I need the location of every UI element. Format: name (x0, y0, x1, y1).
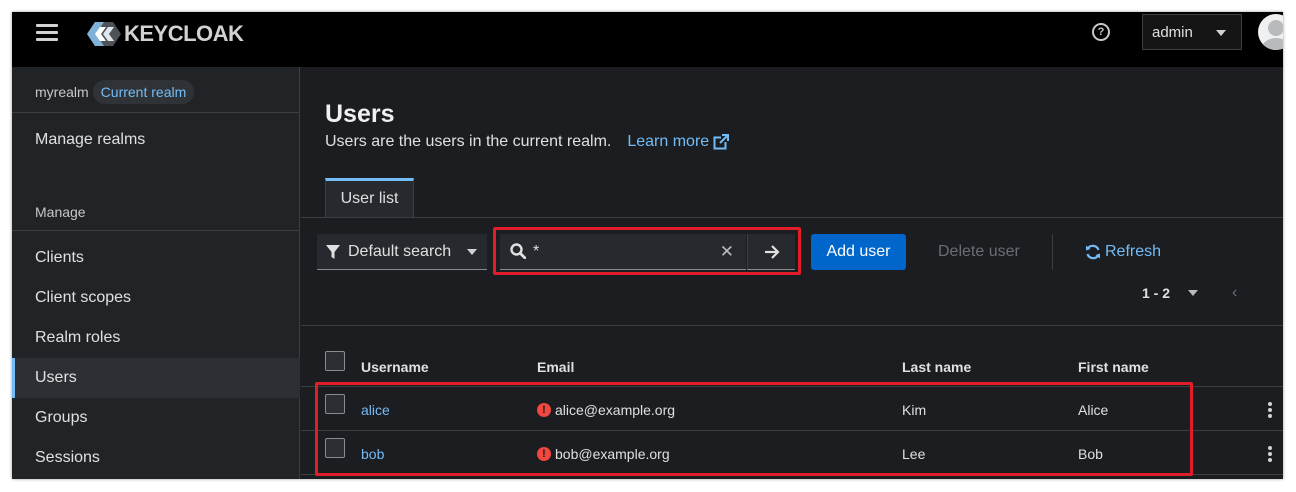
sidebar-item-sessions[interactable]: Sessions (12, 438, 300, 478)
sidebar-section-manage: Manage (35, 204, 86, 220)
learn-more-label: Learn more (627, 133, 710, 150)
current-realm-badge: Current realm (92, 80, 195, 104)
avatar-icon[interactable] (1258, 14, 1283, 50)
refresh-label: Refresh (1105, 243, 1162, 260)
refresh-icon (1086, 244, 1100, 260)
manage-realms-link[interactable]: Manage realms (35, 131, 145, 149)
delete-user-button[interactable]: Delete user (938, 234, 1020, 270)
add-user-button[interactable]: Add user (811, 234, 906, 270)
annotation-highlight-rows (315, 382, 1193, 476)
main-content: Users Users are the users in the current… (301, 67, 1283, 479)
hamburger-icon[interactable] (36, 24, 58, 42)
select-all-checkbox[interactable] (325, 351, 345, 371)
sidebar-divider (12, 230, 300, 231)
sidebar-item-groups[interactable]: Groups (12, 398, 300, 438)
column-header-last-name[interactable]: Last name (902, 359, 971, 375)
sidebar-divider (12, 112, 300, 113)
kebab-menu-icon[interactable] (1268, 446, 1272, 462)
table-divider (301, 325, 1283, 326)
realm-selector[interactable]: myrealm Current realm (35, 79, 195, 105)
user-menu-dropdown[interactable]: admin (1142, 14, 1242, 50)
search-type-label: Default search (348, 242, 452, 260)
search-type-dropdown[interactable]: Default search (317, 234, 487, 270)
brand-name: KEYCLOAK (124, 21, 244, 46)
help-icon[interactable]: ? (1092, 23, 1110, 41)
kebab-menu-icon[interactable] (1268, 402, 1272, 418)
caret-down-icon (1216, 30, 1226, 36)
user-menu-label: admin (1152, 23, 1193, 41)
pagination-range[interactable]: 1 - 2 (1142, 285, 1170, 301)
sidebar-item-realm-roles[interactable]: Realm roles (12, 318, 300, 358)
sidebar: myrealm Current realm Manage realms Mana… (12, 67, 300, 479)
keycloak-console: KEYCLOAK ? admin myrealm Current realm M… (12, 12, 1283, 479)
learn-more-link[interactable]: Learn more (627, 133, 730, 151)
external-link-icon (713, 134, 730, 150)
tab-divider (301, 217, 1283, 218)
refresh-button[interactable]: Refresh (1085, 234, 1161, 270)
keycloak-logo-icon (87, 22, 121, 46)
page-title: Users (325, 100, 395, 128)
toolbar-separator (1052, 234, 1053, 270)
sidebar-item-client-scopes[interactable]: Client scopes (12, 278, 300, 318)
caret-down-icon[interactable] (1188, 290, 1199, 296)
annotation-highlight-search (493, 227, 801, 275)
sidebar-item-users[interactable]: Users (12, 358, 300, 398)
pagination: 1 - 2 ‹ (1142, 283, 1237, 303)
realm-name: myrealm (35, 84, 89, 100)
column-header-username[interactable]: Username (361, 359, 429, 375)
page-description: Users are the users in the current realm… (325, 133, 730, 151)
caret-down-icon (467, 249, 477, 255)
sidebar-item-clients[interactable]: Clients (12, 238, 300, 278)
filter-icon (326, 244, 340, 259)
page-description-text: Users are the users in the current realm… (325, 133, 612, 150)
masthead: KEYCLOAK ? admin (12, 12, 1283, 67)
tab-user-list[interactable]: User list (325, 178, 414, 218)
column-header-email[interactable]: Email (537, 359, 574, 375)
column-header-first-name[interactable]: First name (1078, 359, 1149, 375)
keycloak-logo[interactable]: KEYCLOAK (86, 20, 244, 48)
previous-page-icon[interactable]: ‹ (1232, 284, 1237, 302)
